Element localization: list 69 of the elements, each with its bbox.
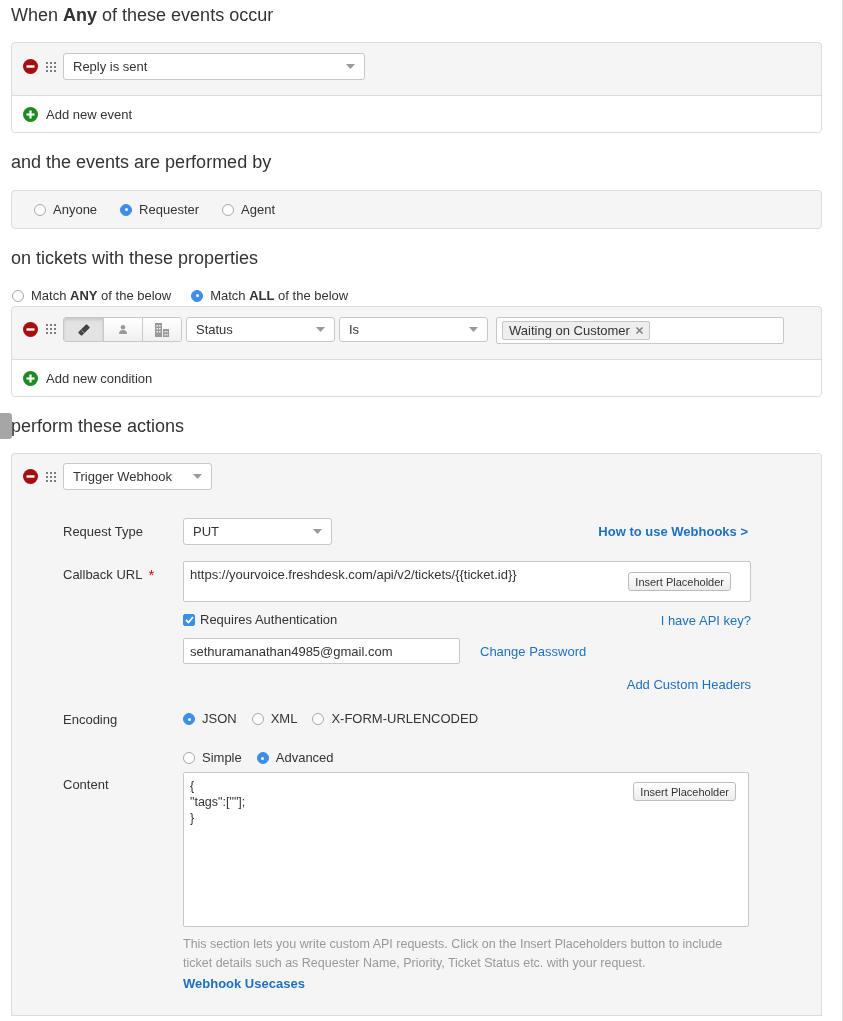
section-heading: When Any of these events occur [11, 4, 275, 26]
radio-button[interactable] [251, 713, 264, 725]
radio-label: JSON [202, 711, 237, 727]
tag-label: Waiting on Customer [509, 323, 630, 338]
add-icon [23, 106, 38, 122]
drag-handle-icon[interactable] [46, 61, 56, 72]
caret-icon [316, 327, 325, 332]
tab-handle-icon[interactable] [0, 413, 12, 439]
caret-icon [469, 327, 478, 332]
radio-button[interactable] [183, 713, 195, 725]
request-type-select[interactable]: PUT [183, 518, 332, 545]
radio-label: Match ANY of the below [31, 287, 172, 304]
radio-button[interactable] [34, 203, 46, 216]
drag-handle-icon[interactable] [46, 471, 56, 482]
radio-button[interactable] [256, 752, 269, 764]
section-heading: and the events are performed by [11, 151, 273, 173]
add-condition-button[interactable]: Add new condition [23, 370, 153, 386]
field-label: Encoding [63, 711, 119, 727]
close-icon[interactable] [635, 327, 643, 334]
radio-label: Match ALL of the below [210, 287, 349, 304]
field-label: Content [63, 776, 110, 792]
add-icon [23, 370, 38, 386]
remove-icon[interactable] [23, 469, 38, 484]
add-event-button[interactable]: Add new event [23, 106, 132, 122]
section-heading: on tickets with these properties [11, 247, 260, 269]
action-select[interactable]: Trigger Webhook [63, 463, 212, 490]
radio-button[interactable] [183, 752, 195, 764]
required-mark: * [148, 567, 155, 583]
value-field[interactable]: Waiting on Customer [496, 317, 784, 344]
scope-button[interactable] [64, 318, 103, 341]
add-custom-headers-link[interactable]: Add Custom Headers [626, 676, 751, 692]
help-link[interactable]: How to use Webhooks > [598, 524, 748, 539]
operator-select[interactable]: Is [339, 317, 488, 342]
remove-icon[interactable] [23, 322, 38, 337]
checkmark-icon [184, 616, 194, 624]
radio-label: XML [270, 711, 298, 727]
event-select[interactable]: Reply is sent [63, 53, 365, 80]
field-select[interactable]: Status [186, 317, 335, 342]
field-label: Request Type [63, 524, 144, 539]
checkbox[interactable] [183, 614, 195, 626]
radio-label: Agent [241, 201, 276, 218]
radio-label: Simple [202, 750, 242, 766]
radio-button[interactable] [222, 203, 235, 216]
checkbox-label: Requires Authentication [200, 612, 338, 628]
radio-label: X-FORM-URLENCODED [331, 711, 479, 727]
change-password-link[interactable]: Change Password [480, 643, 587, 659]
radio-button[interactable] [312, 713, 325, 725]
insert-placeholder-button[interactable]: Insert Placeholder [633, 782, 736, 801]
radio-button[interactable] [120, 203, 133, 216]
section-heading: perform these actions [11, 415, 185, 437]
api-key-link[interactable]: I have API key? [660, 612, 751, 628]
caret-icon [346, 64, 355, 69]
building-icon [155, 322, 169, 337]
radio-button[interactable] [12, 289, 24, 302]
drag-handle-icon[interactable] [46, 324, 56, 334]
radio-button[interactable] [191, 289, 204, 302]
webhook-usecases-link[interactable]: Webhook Usecases [183, 976, 305, 991]
radio-label: Advanced [275, 750, 334, 766]
person-icon [119, 325, 127, 334]
insert-placeholder-button[interactable]: Insert Placeholder [628, 572, 731, 591]
username-field[interactable]: sethuramanathan4985@gmail.com [183, 638, 460, 664]
radio-label: Requester [139, 201, 200, 218]
remove-icon[interactable] [23, 59, 38, 74]
caret-icon [313, 529, 322, 534]
help-text: This section lets you write custom API requests. Click on the Insert Placeholders button to include ticket details such as Requester Name, Priority, Ticket Status etc. with your request. [183, 936, 724, 972]
field-label: Callback URL [63, 567, 143, 583]
caret-icon [193, 474, 202, 479]
ticket-icon [77, 323, 90, 336]
radio-label: Anyone [53, 201, 98, 218]
